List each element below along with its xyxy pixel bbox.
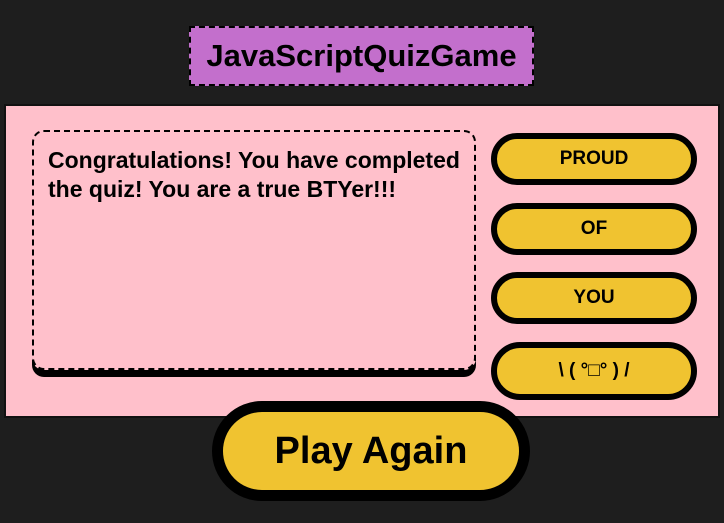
game-title: JavaScriptQuizGame xyxy=(206,38,517,73)
game-title-box: JavaScriptQuizGame xyxy=(189,26,534,86)
question-box: Congratulations! You have completed the … xyxy=(32,130,476,370)
answer-button-emoticon[interactable]: \ ( °□° ) / xyxy=(491,342,697,400)
quiz-panel: Congratulations! You have completed the … xyxy=(4,104,720,418)
answer-button-proud[interactable]: PROUD xyxy=(491,133,697,185)
play-again-button[interactable]: Play Again xyxy=(212,401,530,501)
answer-button-of[interactable]: OF xyxy=(491,203,697,255)
answer-button-you[interactable]: YOU xyxy=(491,272,697,324)
completion-message: Congratulations! You have completed the … xyxy=(48,147,460,202)
